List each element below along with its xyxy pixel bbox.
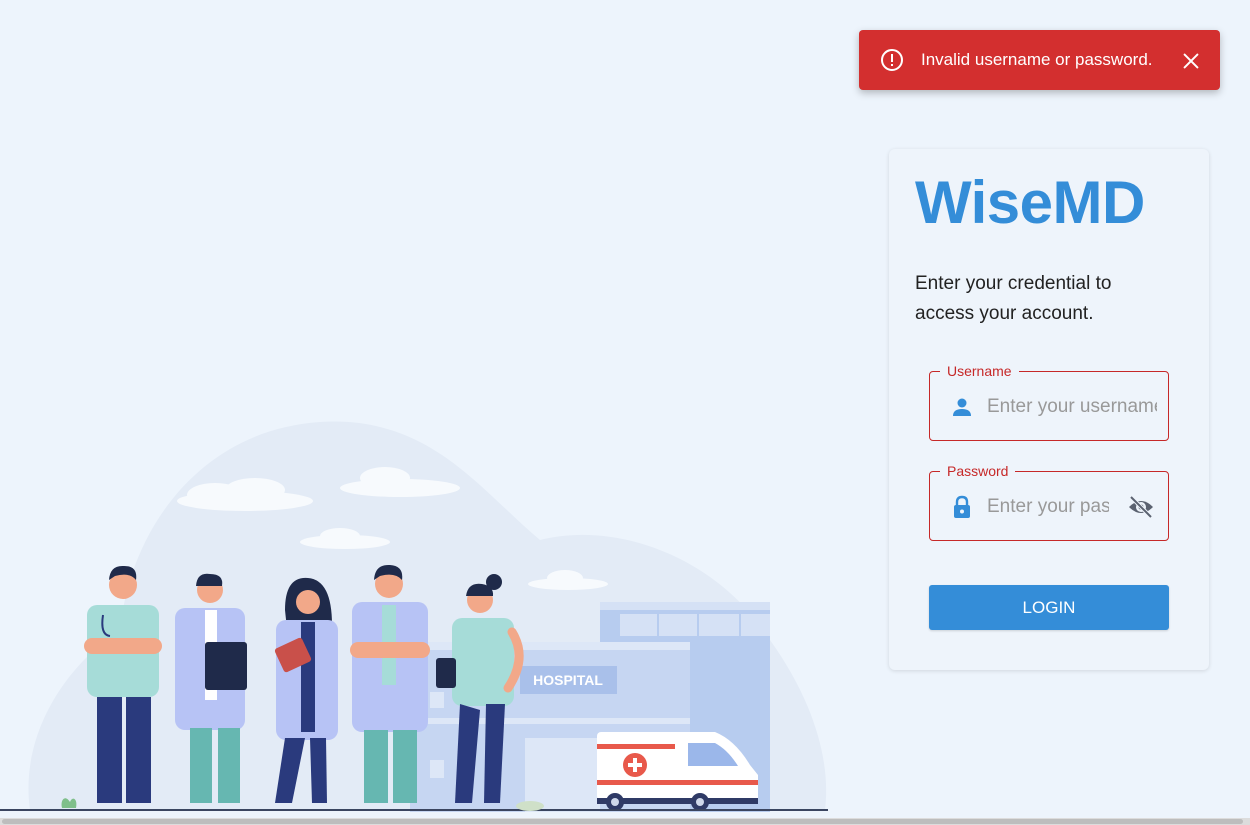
login-subtitle: Enter your credential to access your acc… <box>915 273 1112 324</box>
error-toast: Invalid username or password. <box>859 30 1220 90</box>
lock-icon <box>954 495 970 518</box>
login-button[interactable]: LOGIN <box>929 585 1169 630</box>
username-label: Username <box>940 362 1019 380</box>
hospital-sign: HOSPITAL <box>533 672 603 688</box>
scrollbar-thumb[interactable] <box>2 819 1243 824</box>
brand-logo: WiseMD <box>915 169 1145 236</box>
eye-off-icon[interactable] <box>1127 494 1155 520</box>
medical-staff-illustration: HOSPITAL <box>0 421 828 812</box>
horizontal-scrollbar[interactable] <box>0 818 1250 825</box>
close-icon[interactable] <box>1180 50 1202 72</box>
toast-message: Invalid username or password. <box>921 50 1153 69</box>
password-field[interactable]: Password <box>929 462 1169 541</box>
password-label: Password <box>940 462 1016 480</box>
username-field[interactable]: Username <box>929 362 1169 441</box>
person-icon <box>953 398 971 416</box>
error-outline-icon <box>881 49 903 71</box>
login-card: WiseMD Enter your credential to access y… <box>889 149 1209 670</box>
username-input[interactable] <box>987 394 1157 420</box>
password-input[interactable] <box>987 494 1109 520</box>
